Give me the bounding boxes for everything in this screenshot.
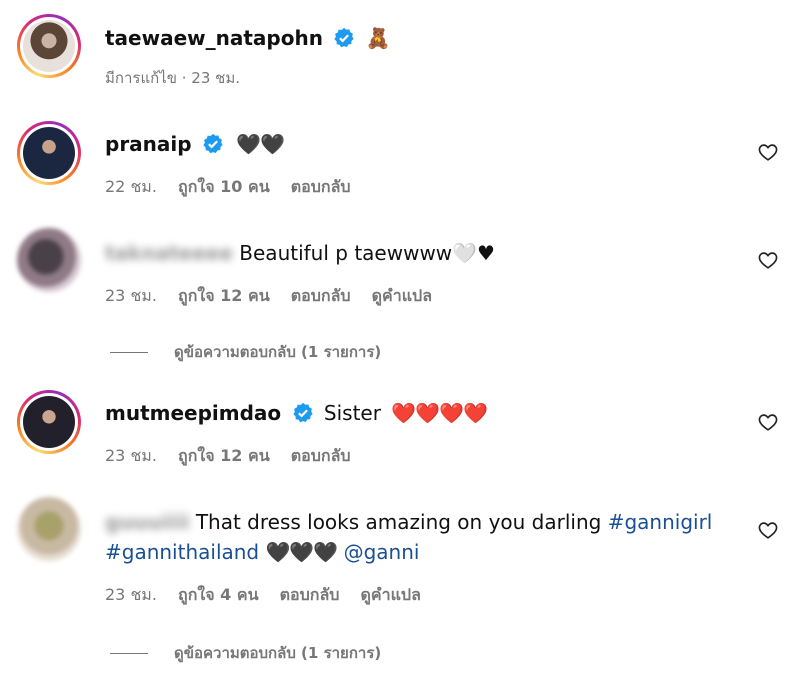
comment-meta: 23 ชม. ถูกใจ 4 คน ตอบกลับ ดูคำแปล xyxy=(105,583,437,608)
comment-likes-count[interactable]: ถูกใจ 4 คน xyxy=(178,585,258,604)
verified-badge-icon xyxy=(292,402,313,423)
commenter-username[interactable]: mutmeepimdao xyxy=(105,401,281,425)
comment-meta: 23 ชม. ถูกใจ 12 คน ตอบกลับ ดูคำแปล xyxy=(105,284,448,309)
reply-button[interactable]: ตอบกลับ xyxy=(291,446,351,465)
commenter-username[interactable]: taknateeee xyxy=(105,241,233,265)
comment-text: That dress looks amazing on you darling xyxy=(195,510,602,534)
commenter-avatar[interactable] xyxy=(17,121,81,185)
heart-outline-icon[interactable] xyxy=(757,411,779,433)
comment-text: Sister xyxy=(323,401,381,425)
commenter-username[interactable]: guuuiiii xyxy=(105,510,189,534)
comment-time: 23 ชม. xyxy=(105,446,157,465)
commenter-avatar[interactable] xyxy=(17,228,81,292)
reply-button[interactable]: ตอบกลับ xyxy=(291,286,351,305)
view-replies-label: ดูข้อความตอบกลับ (1 รายการ) xyxy=(174,343,382,361)
comment-text-row-2: #gannithailand 🖤🖤🖤 @ganni xyxy=(105,537,419,567)
comment-meta: 22 ชม. ถูกใจ 10 คน ตอบกลับ xyxy=(105,175,367,200)
reply-button[interactable]: ตอบกลับ xyxy=(280,585,340,604)
post-author-avatar[interactable] xyxy=(17,14,81,78)
comment-text: Beautiful p taewwww🤍♥ xyxy=(239,241,495,265)
teddy-bear-emoji: 🧸 xyxy=(365,26,391,50)
view-replies-button[interactable]: ดูข้อความตอบกลับ (1 รายการ) xyxy=(110,340,381,364)
comment-time: 22 ชม. xyxy=(105,177,157,196)
comment-time: 23 ชม. xyxy=(105,286,157,305)
hashtag-link[interactable]: #gannithailand xyxy=(105,540,259,564)
black-hearts-emoji: 🖤🖤🖤 xyxy=(265,540,339,564)
heart-outline-icon[interactable] xyxy=(757,519,779,541)
commenter-avatar[interactable] xyxy=(17,497,81,561)
post-header: taewaew_natapohn 🧸 xyxy=(105,23,391,53)
comment-text-row: pranaip 🖤🖤 xyxy=(105,129,285,159)
divider-line xyxy=(110,652,148,654)
commenter-avatar[interactable] xyxy=(17,390,81,454)
translate-button[interactable]: ดูคำแปล xyxy=(372,286,432,305)
red-hearts-emoji: ❤️❤️❤️❤️ xyxy=(391,401,488,425)
comment-time: 23 ชม. xyxy=(105,585,157,604)
view-replies-label: ดูข้อความตอบกลับ (1 รายการ) xyxy=(174,644,382,662)
reply-button[interactable]: ตอบกลับ xyxy=(291,177,351,196)
comment-text-row: mutmeepimdao Sister ❤️❤️❤️❤️ xyxy=(105,398,488,428)
comment-text: 🖤🖤 xyxy=(236,132,285,156)
comment-text-row: guuuiiii That dress looks amazing on you… xyxy=(105,507,712,537)
hashtag-link[interactable]: #gannigirl xyxy=(608,510,713,534)
comment-likes-count[interactable]: ถูกใจ 12 คน xyxy=(178,286,270,305)
comment-likes-count[interactable]: ถูกใจ 12 คน xyxy=(178,446,270,465)
divider-line xyxy=(110,351,148,353)
comment-meta: 23 ชม. ถูกใจ 12 คน ตอบกลับ xyxy=(105,444,367,469)
heart-outline-icon[interactable] xyxy=(757,141,779,163)
commenter-username[interactable]: pranaip xyxy=(105,132,192,156)
heart-outline-icon[interactable] xyxy=(757,249,779,271)
verified-badge-icon xyxy=(203,133,223,154)
post-meta-edited: มีการแก้ไข · 23 ชม. xyxy=(105,69,240,87)
mention-link[interactable]: @ganni xyxy=(344,540,420,564)
post-author-username[interactable]: taewaew_natapohn xyxy=(105,26,323,50)
verified-badge-icon xyxy=(334,27,354,48)
comment-text-row: taknateeee Beautiful p taewwww🤍♥ xyxy=(105,238,495,268)
view-replies-button[interactable]: ดูข้อความตอบกลับ (1 รายการ) xyxy=(110,641,381,665)
comment-likes-count[interactable]: ถูกใจ 10 คน xyxy=(178,177,270,196)
translate-button[interactable]: ดูคำแปล xyxy=(361,585,421,604)
